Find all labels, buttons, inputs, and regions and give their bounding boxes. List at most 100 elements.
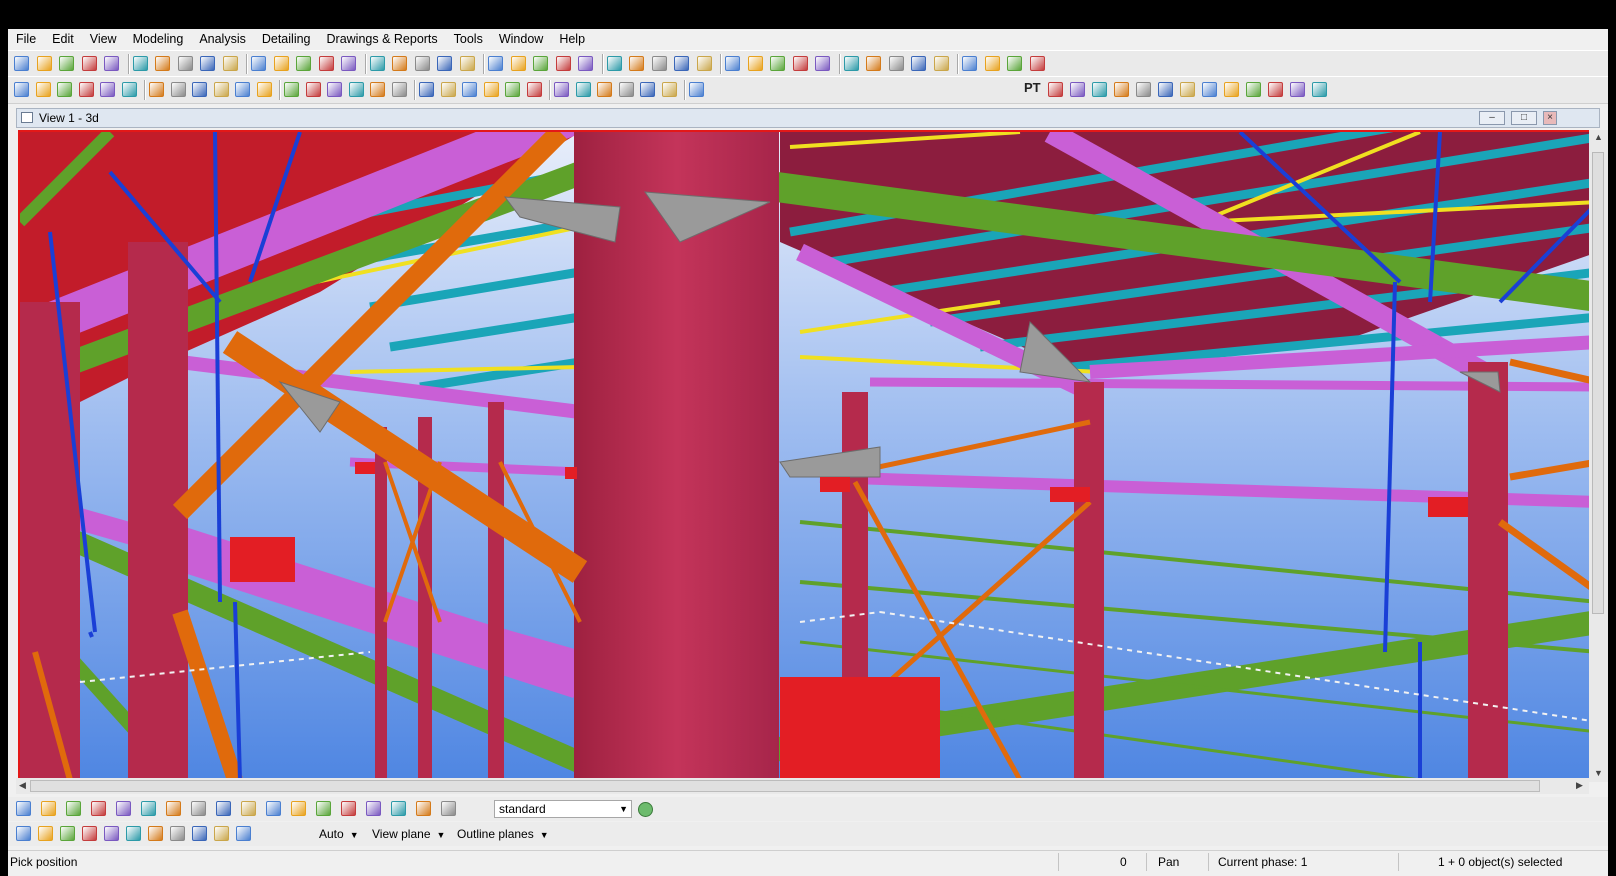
select-grid-icon[interactable] <box>116 801 131 816</box>
create-view-icon[interactable] <box>222 56 238 71</box>
snap-reference-icon[interactable] <box>16 826 31 841</box>
select-level-icon[interactable] <box>416 801 431 816</box>
properties-icon[interactable] <box>200 56 215 71</box>
component-icon[interactable] <box>629 56 644 71</box>
snap-override-icon[interactable] <box>214 826 229 841</box>
lock-icon[interactable] <box>14 82 29 97</box>
pad-footing-icon[interactable] <box>305 82 321 97</box>
select-bolt-icon[interactable] <box>216 801 231 816</box>
select-cut-icon[interactable] <box>166 801 181 816</box>
model-viewport-3d[interactable] <box>18 130 1600 782</box>
cleat-icon[interactable] <box>1114 82 1129 97</box>
number-icon[interactable] <box>640 82 655 97</box>
shear-plate-icon[interactable] <box>1136 82 1151 97</box>
drawing-list-icon[interactable] <box>696 56 712 71</box>
convert-icon[interactable] <box>1029 56 1045 71</box>
snap-end-icon[interactable] <box>866 56 881 71</box>
vertical-scroll-thumb[interactable] <box>1592 152 1604 614</box>
select-weld-icon[interactable] <box>141 801 156 816</box>
open-model-icon[interactable] <box>36 56 52 71</box>
minimize-button[interactable]: – <box>1479 111 1505 125</box>
select-component-icon[interactable] <box>241 801 256 816</box>
slab-icon[interactable] <box>256 82 272 97</box>
select-all-icon[interactable] <box>16 801 31 816</box>
axis-icon[interactable] <box>575 82 591 97</box>
combine-icon[interactable] <box>526 82 542 97</box>
panel-icon[interactable] <box>149 82 164 97</box>
menu-modeling[interactable]: Modeling <box>125 29 192 49</box>
copy-icon[interactable] <box>132 56 148 71</box>
select-view-icon[interactable] <box>191 801 206 816</box>
filter-edit-icon[interactable] <box>441 801 456 816</box>
save-icon[interactable] <box>59 56 74 71</box>
macro-icon[interactable] <box>348 82 364 97</box>
scroll-left-icon[interactable]: ◀ <box>19 780 26 791</box>
cut-line-icon[interactable] <box>578 56 593 71</box>
query-icon[interactable] <box>911 56 926 71</box>
binoculars-icon[interactable] <box>370 82 385 97</box>
snap-perpendicular-icon[interactable] <box>126 826 141 841</box>
point-icon[interactable] <box>510 56 526 71</box>
haunch-icon[interactable] <box>1048 82 1063 97</box>
snap-geometry-icon[interactable] <box>38 826 53 841</box>
truss-icon[interactable] <box>1224 82 1239 97</box>
distance-icon[interactable] <box>792 56 808 71</box>
column-icon[interactable] <box>57 82 72 97</box>
close-button[interactable]: × <box>1543 111 1557 125</box>
print-icon[interactable] <box>177 56 193 71</box>
menu-detailing[interactable]: Detailing <box>254 29 319 49</box>
log-icon[interactable] <box>984 56 1000 71</box>
menu-edit[interactable]: Edit <box>44 29 82 49</box>
hierarchy-icon[interactable] <box>391 82 407 97</box>
angle-icon[interactable] <box>815 56 830 71</box>
undo-icon[interactable] <box>81 56 97 71</box>
select-part-icon[interactable] <box>41 801 56 816</box>
restore-button[interactable]: □ <box>1511 111 1537 125</box>
stiffener-icon[interactable] <box>689 82 704 97</box>
stair-icon[interactable] <box>1158 82 1173 97</box>
scroll-up-icon[interactable]: ▲ <box>1594 132 1603 142</box>
outline-mode-combo[interactable]: Outline planes ▼ <box>457 825 567 843</box>
snap-any-icon[interactable] <box>170 826 185 841</box>
select-reference-icon[interactable] <box>316 801 331 816</box>
select-control-icon[interactable] <box>341 801 356 816</box>
interrupt-icon[interactable] <box>437 56 452 71</box>
inquire-icon[interactable] <box>933 56 949 71</box>
plane-mode-combo[interactable]: View plane ▼ <box>372 825 452 843</box>
scroll-right-icon[interactable]: ▶ <box>1576 780 1583 791</box>
reinforcement-icon[interactable] <box>213 82 229 97</box>
filter-edit-icon[interactable] <box>638 802 653 817</box>
cut-part-icon[interactable] <box>462 82 477 97</box>
reports-icon[interactable] <box>674 56 689 71</box>
strip-footing-icon[interactable] <box>284 82 299 97</box>
snap-nearest-icon[interactable] <box>60 826 75 841</box>
redo-icon[interactable] <box>104 56 119 71</box>
snap-point-icon[interactable] <box>843 56 859 71</box>
fit-icon[interactable] <box>483 82 499 97</box>
handrail-icon[interactable] <box>1290 82 1305 97</box>
menu-analysis[interactable]: Analysis <box>191 29 254 49</box>
snap-mode-combo[interactable]: Auto ▼ <box>319 825 369 843</box>
chevron-down-icon[interactable]: ▼ <box>540 830 549 840</box>
bracing-icon[interactable] <box>1202 82 1217 97</box>
split-icon[interactable] <box>505 82 520 97</box>
select-assembly-icon[interactable] <box>266 801 281 816</box>
purlin-icon[interactable] <box>1180 82 1195 97</box>
layout-icon[interactable] <box>1007 56 1022 71</box>
menu-window[interactable]: Window <box>491 29 551 49</box>
report-icon[interactable] <box>392 56 407 71</box>
drawing-icon[interactable] <box>369 56 385 71</box>
horizontal-scrollbar[interactable]: ◀ ▶ <box>16 778 1589 794</box>
sequence-icon[interactable] <box>962 56 977 71</box>
arc-icon[interactable] <box>555 56 571 71</box>
scroll-down-icon[interactable]: ▼ <box>1594 768 1603 778</box>
measure-icon[interactable] <box>770 56 785 71</box>
end-plate-icon[interactable] <box>661 82 677 97</box>
select-object-icon[interactable] <box>291 801 306 816</box>
model-organizer-icon[interactable] <box>606 56 622 71</box>
select-all-icon[interactable] <box>318 56 334 71</box>
clash-icon[interactable] <box>341 56 356 71</box>
bolt-icon[interactable] <box>170 82 186 97</box>
menu-help[interactable]: Help <box>551 29 593 49</box>
unlock-icon[interactable] <box>35 82 51 97</box>
